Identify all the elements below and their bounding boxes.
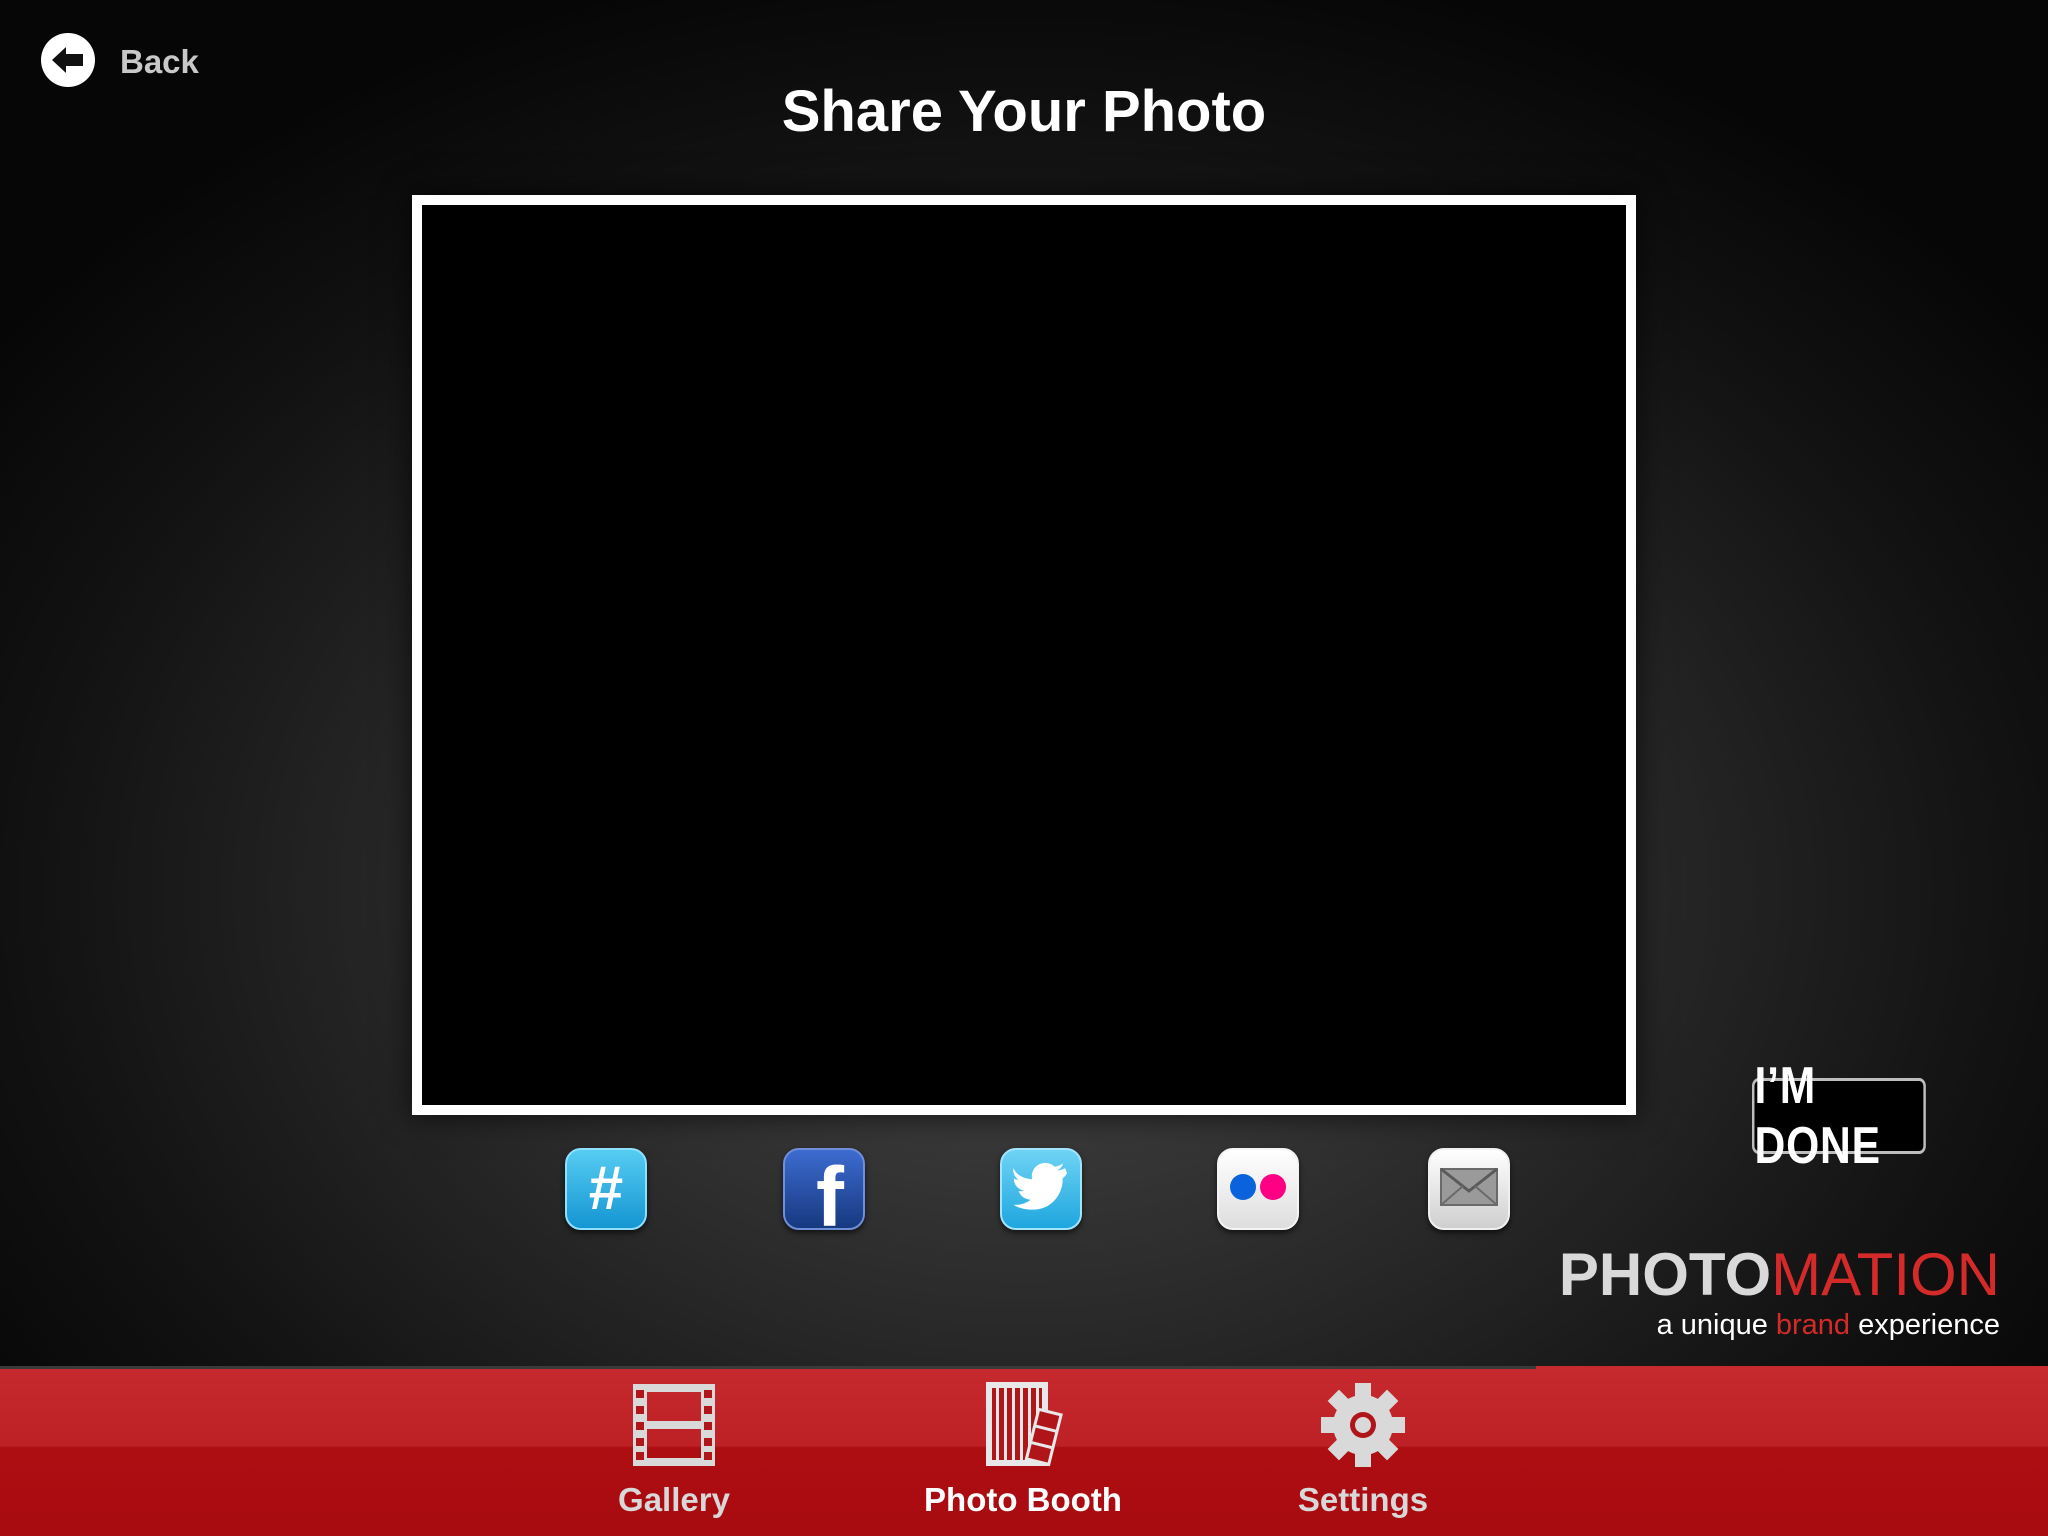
brand-name: PHOTOMATION (1558, 1241, 2000, 1308)
hashtag-icon: # (588, 1154, 624, 1223)
facebook-share-button[interactable]: f (783, 1148, 865, 1239)
photo-booth-icon (978, 1380, 1068, 1475)
flickr-icon (1226, 1172, 1290, 1207)
facebook-icon: f (816, 1150, 844, 1244)
tab-photo-booth-label: Photo Booth (924, 1481, 1122, 1518)
twitter-share-button[interactable] (1000, 1148, 1082, 1230)
twitter-icon (1012, 1162, 1070, 1216)
mail-icon (1439, 1167, 1499, 1212)
page-title: Share Your Photo (781, 79, 1267, 144)
gear-icon (1318, 1380, 1408, 1475)
tab-gallery[interactable]: Gallery (554, 1380, 794, 1530)
tab-settings-label: Settings (1297, 1481, 1429, 1518)
brand-tagline: a unique brand experience (1656, 1309, 2000, 1341)
film-strip-icon (629, 1380, 719, 1475)
mail-share-button[interactable] (1428, 1148, 1510, 1230)
hashtag-share-button[interactable]: # (565, 1148, 647, 1230)
tab-settings[interactable]: Settings (1243, 1380, 1483, 1530)
tab-photo-booth[interactable]: Photo Booth (903, 1380, 1143, 1530)
im-done-button[interactable]: I’M DONE (1752, 1057, 1926, 1175)
back-label: Back (120, 43, 199, 80)
tab-gallery-label: Gallery (618, 1481, 730, 1518)
flickr-share-button[interactable] (1217, 1148, 1299, 1230)
photo-preview (412, 195, 1636, 1115)
photomation-logo: PHOTOMATION a unique brand experience (1559, 1245, 2000, 1342)
